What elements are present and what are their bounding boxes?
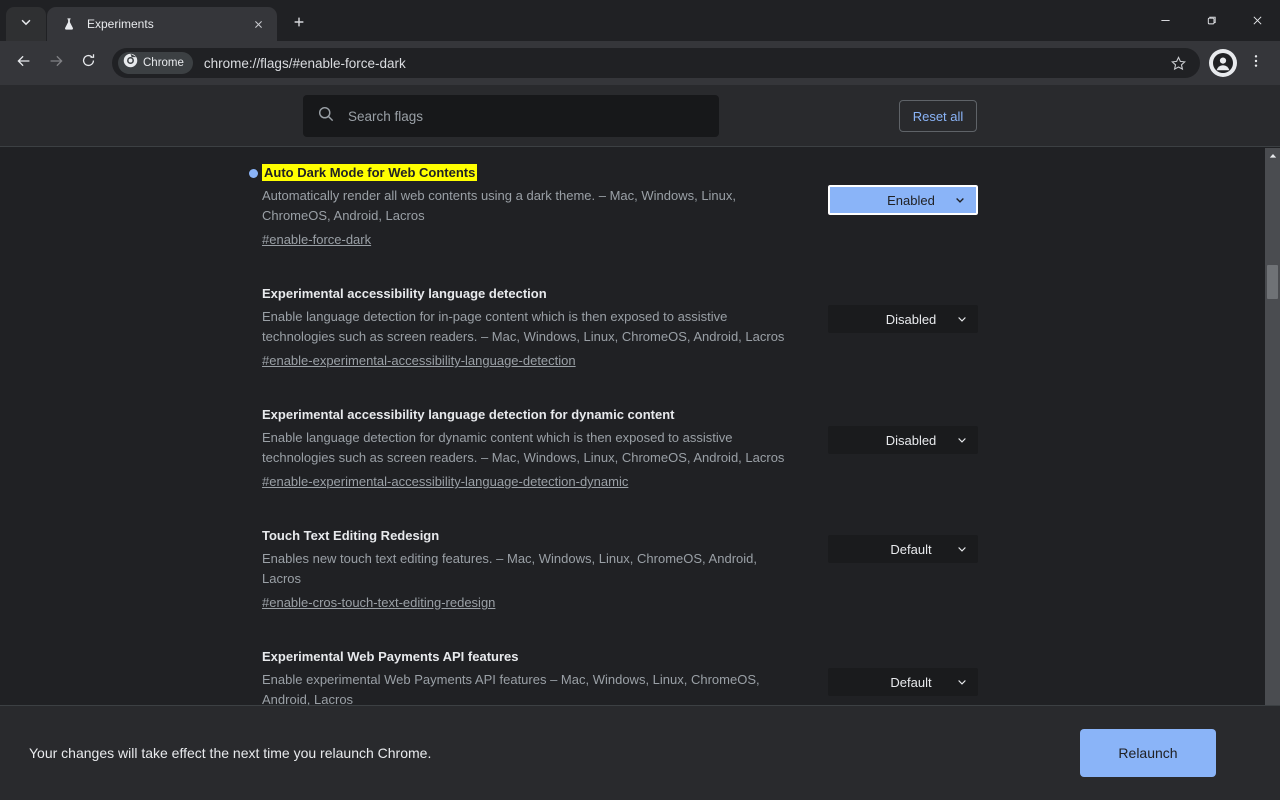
page-scrollbar[interactable]	[1265, 148, 1280, 800]
flag-select[interactable]: Default	[828, 668, 978, 696]
arrow-left-icon	[15, 52, 33, 75]
flag-description: Enable experimental Web Payments API fea…	[262, 672, 760, 707]
scroll-up-arrow-icon[interactable]	[1265, 148, 1280, 163]
flags-page: Search flags Reset all Auto Dark Mode fo…	[0, 85, 1280, 800]
chevron-down-icon	[956, 434, 968, 446]
close-icon[interactable]	[249, 15, 267, 33]
reset-all-button[interactable]: Reset all	[899, 100, 977, 132]
bookmark-star-icon[interactable]	[1162, 47, 1194, 79]
flag-control: Disabled	[828, 277, 1008, 378]
chevron-down-icon	[954, 194, 966, 206]
flag-info: Auto Dark Mode for Web Contents Automati…	[249, 156, 828, 257]
flag-title-wrap: Experimental accessibility language dete…	[262, 406, 828, 424]
maximize-button[interactable]	[1188, 0, 1234, 41]
address-bar[interactable]: Chrome chrome://flags/#enable-force-dark	[112, 48, 1200, 78]
flag-title: Experimental Web Payments API features	[262, 649, 519, 664]
minimize-button[interactable]	[1142, 0, 1188, 41]
flag-description: Enable language detection for dynamic co…	[262, 430, 785, 465]
flags-list-container: Auto Dark Mode for Web Contents Automati…	[0, 148, 1280, 800]
url-text: chrome://flags/#enable-force-dark	[203, 55, 406, 71]
avatar[interactable]	[1209, 49, 1237, 77]
flags-header: Search flags Reset all	[0, 85, 1280, 147]
flag-select[interactable]: Disabled	[828, 305, 978, 333]
search-flags-box[interactable]: Search flags	[303, 95, 719, 137]
back-button[interactable]	[8, 47, 40, 79]
flag-control: Enabled	[827, 156, 1008, 257]
relaunch-button[interactable]: Relaunch	[1080, 729, 1216, 777]
flag-title-wrap: Touch Text Editing Redesign	[262, 527, 828, 545]
browser-toolbar: Chrome chrome://flags/#enable-force-dark	[0, 41, 1280, 85]
flag-description: Enable language detection for in-page co…	[262, 309, 785, 344]
browser-menu-button[interactable]	[1240, 47, 1272, 79]
flag-title: Touch Text Editing Redesign	[262, 528, 440, 543]
flag-description: Automatically render all web contents us…	[262, 188, 737, 223]
new-tab-button[interactable]	[285, 10, 313, 38]
chrome-origin-chip: Chrome	[118, 52, 193, 74]
browser-window: Experiments Chrome chrome://flags/#enabl…	[0, 0, 1280, 800]
flag-title-wrap: Experimental accessibility language dete…	[262, 285, 828, 303]
chevron-down-icon	[19, 15, 33, 34]
forward-button[interactable]	[40, 47, 72, 79]
three-dot-menu-icon	[1248, 53, 1264, 74]
flag-anchor-link[interactable]: #enable-cros-touch-text-editing-redesign	[262, 595, 495, 610]
plus-icon	[292, 15, 306, 34]
scrollbar-thumb[interactable]	[1267, 265, 1278, 299]
close-window-button[interactable]	[1234, 0, 1280, 41]
reload-icon	[80, 52, 97, 74]
flag-anchor-link[interactable]: #enable-experimental-accessibility-langu…	[262, 474, 628, 489]
chrome-chip-label: Chrome	[143, 57, 184, 69]
flag-anchor-link[interactable]: #enable-force-dark	[262, 232, 371, 247]
search-input[interactable]: Search flags	[348, 109, 423, 124]
tab-experiments[interactable]: Experiments	[47, 7, 277, 41]
flag-row: Auto Dark Mode for Web Contents Automati…	[0, 156, 1265, 257]
flag-description: Enables new touch text editing features.…	[262, 551, 757, 586]
tab-strip: Experiments	[0, 0, 1280, 41]
tab-title: Experiments	[87, 17, 154, 31]
flag-select[interactable]: Disabled	[828, 426, 978, 454]
reload-button[interactable]	[72, 47, 104, 79]
chevron-down-icon	[956, 543, 968, 555]
flag-title-wrap: Experimental Web Payments API features	[262, 648, 828, 666]
chevron-down-icon	[956, 676, 968, 688]
flag-marker-dot	[249, 169, 258, 178]
flag-control: Disabled	[828, 398, 1008, 499]
flag-title-wrap: Auto Dark Mode for Web Contents	[249, 164, 828, 182]
arrow-right-icon	[47, 52, 65, 75]
flag-select[interactable]: Enabled	[827, 184, 979, 216]
flag-select[interactable]: Default	[828, 535, 978, 563]
tab-search-button[interactable]	[6, 7, 46, 41]
flag-row: Touch Text Editing Redesign Enables new …	[0, 519, 1265, 620]
chrome-logo-icon	[123, 53, 138, 73]
flag-row: Experimental accessibility language dete…	[0, 277, 1265, 378]
relaunch-bar: Your changes will take effect the next t…	[0, 705, 1280, 800]
flag-title: Experimental accessibility language dete…	[262, 407, 675, 422]
chevron-down-icon	[956, 313, 968, 325]
flag-info: Experimental accessibility language dete…	[262, 398, 828, 499]
flag-anchor-link[interactable]: #enable-experimental-accessibility-langu…	[262, 353, 576, 368]
window-controls	[1142, 0, 1280, 41]
flag-row: Experimental accessibility language dete…	[0, 398, 1265, 499]
relaunch-message: Your changes will take effect the next t…	[29, 745, 432, 761]
flags-scroll-area: Auto Dark Mode for Web Contents Automati…	[0, 148, 1265, 800]
flag-info: Experimental accessibility language dete…	[262, 277, 828, 378]
flag-title: Experimental accessibility language dete…	[262, 286, 547, 301]
flag-title: Auto Dark Mode for Web Contents	[262, 164, 478, 181]
flag-info: Touch Text Editing Redesign Enables new …	[262, 519, 828, 620]
search-icon	[317, 105, 335, 128]
flag-control: Default	[828, 519, 1008, 620]
flask-icon	[61, 16, 77, 32]
